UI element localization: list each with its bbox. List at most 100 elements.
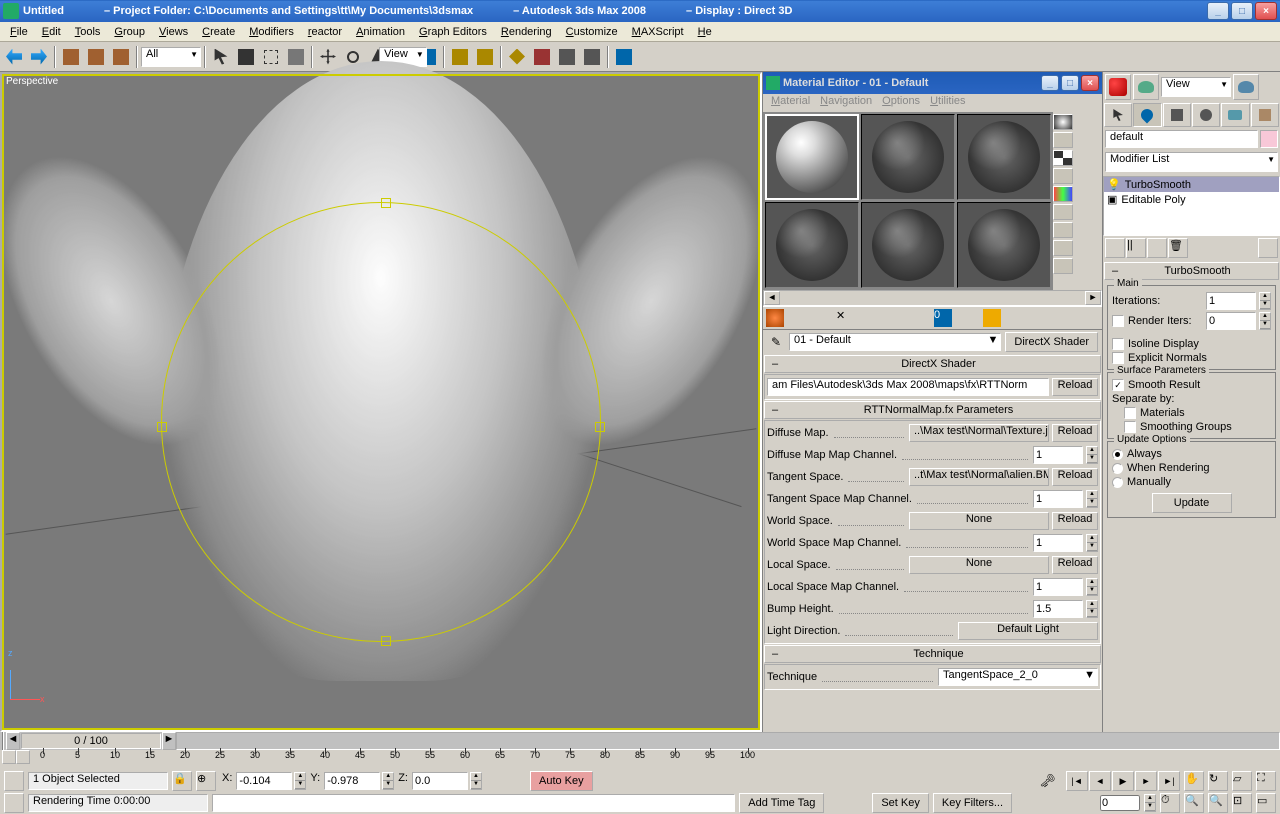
isoline-checkbox[interactable] (1112, 338, 1124, 350)
select-name-icon[interactable] (234, 45, 258, 69)
param-reload-6[interactable]: Reload (1052, 556, 1098, 574)
fx-reload-button[interactable]: Reload (1052, 378, 1098, 396)
explicit-normals-checkbox[interactable] (1112, 352, 1124, 364)
param-btn-2[interactable]: ..t\Max test\Normal\alien.BMP (909, 468, 1049, 486)
param-spin-1[interactable] (1033, 446, 1083, 464)
renderiters-spinner[interactable] (1206, 312, 1256, 330)
minimize-button[interactable]: _ (1207, 2, 1229, 20)
abs-rel-icon[interactable]: ⊕ (196, 771, 216, 791)
material-slot-6[interactable] (957, 202, 1051, 288)
make-copy-icon[interactable] (863, 308, 883, 328)
transform-z-field[interactable] (412, 772, 468, 790)
param-btn-0[interactable]: ..\Max test\Normal\Texture.jpg (909, 424, 1049, 442)
trackbar-filter-icon[interactable] (16, 750, 30, 764)
menu-customize[interactable]: Customize (560, 24, 624, 40)
current-frame-field[interactable] (1100, 795, 1140, 811)
trackbar-key-icon[interactable] (2, 750, 16, 764)
param-spin-3[interactable] (1033, 490, 1083, 508)
stack-editable-poly[interactable]: ▣Editable Poly (1104, 192, 1279, 207)
menu-graph editors[interactable]: Graph Editors (413, 24, 493, 40)
keyfilters-button[interactable]: Key Filters... (933, 793, 1012, 813)
tab-modify[interactable] (1133, 103, 1161, 127)
matmenu-navigation[interactable]: Navigation (816, 94, 876, 112)
stack-turbosmooth[interactable]: 💡TurboSmooth (1104, 177, 1279, 192)
put-to-scene-icon[interactable] (786, 308, 806, 328)
param-btn-9[interactable]: Default Light (958, 622, 1098, 640)
param-reload-2[interactable]: Reload (1052, 468, 1098, 486)
select-icon[interactable] (209, 45, 233, 69)
mateditor-minimize[interactable]: _ (1041, 75, 1059, 91)
preview-icon[interactable] (1053, 204, 1073, 220)
transform-y-field[interactable] (324, 772, 380, 790)
goto-start-icon[interactable]: |◄ (1066, 771, 1088, 791)
matmenu-options[interactable]: Options (878, 94, 924, 112)
cmd-balls-icon[interactable] (1105, 74, 1131, 100)
tab-utilities[interactable] (1251, 103, 1279, 127)
material-slot-1[interactable] (765, 114, 859, 200)
object-color-swatch[interactable] (1260, 130, 1278, 148)
add-time-tag-button[interactable]: Add Time Tag (739, 793, 824, 813)
cmd-teapot2-icon[interactable] (1233, 74, 1259, 100)
vp-zoom-icon[interactable]: 🔍 (1184, 793, 1204, 813)
perspective-viewport[interactable]: Perspective z x (0, 72, 762, 732)
go-parent-icon[interactable] (1010, 308, 1030, 328)
time-ruler[interactable]: 0510152025303540455055606570758085909510… (0, 750, 1280, 770)
put-to-lib-icon[interactable] (912, 308, 932, 328)
modifier-stack[interactable]: 💡TurboSmooth ▣Editable Poly (1103, 176, 1280, 236)
menu-reactor[interactable]: reactor (302, 24, 348, 40)
slot-hscroll[interactable]: ◄► (763, 290, 1102, 306)
show-map-icon[interactable] (961, 308, 981, 328)
update-always-radio[interactable] (1112, 449, 1123, 460)
backlight-icon[interactable] (1053, 132, 1073, 148)
select-region-icon[interactable] (259, 45, 283, 69)
options-icon[interactable] (1053, 222, 1073, 238)
play-icon[interactable]: ▶ (1112, 771, 1134, 791)
matmenu-utilities[interactable]: Utilities (926, 94, 969, 112)
menu-animation[interactable]: Animation (350, 24, 411, 40)
goto-end-icon[interactable]: ►| (1158, 771, 1180, 791)
param-btn-4[interactable]: None (909, 512, 1049, 530)
prev-frame-icon[interactable]: ◄ (1089, 771, 1111, 791)
redo-icon[interactable] (27, 45, 51, 69)
spinner-snap-icon[interactable] (580, 45, 604, 69)
assign-to-sel-icon[interactable] (814, 308, 834, 328)
mat-map-nav-icon[interactable] (1053, 258, 1073, 274)
key-icon[interactable]: 🗝 (1033, 773, 1062, 789)
menu-views[interactable]: Views (153, 24, 194, 40)
select-by-mat-icon[interactable] (1053, 240, 1073, 256)
sep-smoothgroups-checkbox[interactable] (1124, 421, 1136, 433)
maxscript-icon[interactable] (4, 771, 24, 791)
menu-rendering[interactable]: Rendering (495, 24, 558, 40)
vp-zoomext-icon[interactable]: ⊡ (1232, 793, 1252, 813)
move-icon[interactable] (316, 45, 340, 69)
pick-material-icon[interactable]: ✎ (767, 333, 785, 351)
background-icon[interactable] (1053, 150, 1073, 166)
menu-group[interactable]: Group (108, 24, 151, 40)
menu-edit[interactable]: Edit (36, 24, 67, 40)
rotation-gizmo[interactable] (161, 202, 601, 642)
vp-max-icon[interactable]: ⛶ (1256, 771, 1276, 791)
param-btn-6[interactable]: None (909, 556, 1049, 574)
time-counter[interactable]: 0 / 100 (21, 733, 161, 749)
remove-modifier-icon[interactable]: 🗑 (1168, 238, 1188, 258)
transform-x-field[interactable] (236, 772, 292, 790)
show-end-icon[interactable] (982, 308, 1002, 328)
tab-hierarchy[interactable] (1163, 103, 1191, 127)
make-unique-icon[interactable] (884, 308, 904, 328)
vp-pan-icon[interactable]: ✋ (1184, 771, 1204, 791)
param-reload-0[interactable]: Reload (1052, 424, 1098, 442)
rollout-technique[interactable]: –Technique (764, 645, 1101, 663)
renderiters-checkbox[interactable] (1112, 315, 1124, 327)
lock-selection-icon[interactable]: 🔒 (172, 771, 192, 791)
configure-sets-icon[interactable] (1258, 238, 1278, 258)
vp-arc-icon[interactable]: ↻ (1208, 771, 1228, 791)
setkey-button[interactable]: Set Key (872, 793, 929, 813)
autokey-button[interactable]: Auto Key (530, 771, 593, 791)
sample-uv-icon[interactable] (1053, 168, 1073, 184)
vp-region-icon[interactable]: ▭ (1256, 793, 1276, 813)
time-config-icon[interactable]: ⏱ (1160, 793, 1180, 813)
listener-icon[interactable] (4, 793, 24, 813)
named-selset-icon[interactable] (612, 45, 636, 69)
mateditor-maximize[interactable]: □ (1061, 75, 1079, 91)
rollout-directx-shader[interactable]: –DirectX Shader (764, 355, 1101, 373)
